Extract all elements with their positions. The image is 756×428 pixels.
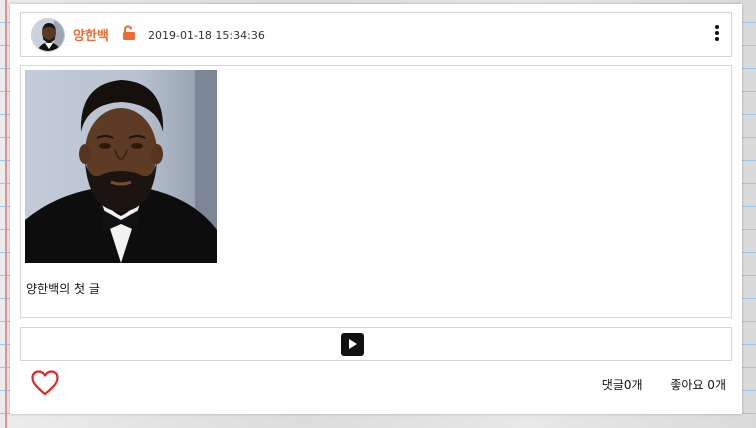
comment-count[interactable]: 댓글0개 — [602, 378, 643, 392]
avatar[interactable] — [31, 18, 65, 52]
author-name[interactable]: 양한백 — [73, 25, 109, 44]
post-photo[interactable] — [25, 70, 217, 263]
post-text: 양한백의 첫 글 — [26, 282, 100, 296]
unlock-icon — [121, 25, 137, 45]
post-content: 양한백의 첫 글 — [20, 65, 732, 318]
media-player-bar — [20, 327, 732, 361]
post-header: 양한백 2019-01-18 15:34:36 — [20, 12, 732, 57]
more-vertical-icon[interactable] — [713, 25, 721, 43]
post-date: 2019-01-18 15:34:36 — [148, 29, 265, 42]
like-count[interactable]: 좋아요 0개 — [670, 378, 726, 392]
post-card: 양한백 2019-01-18 15:34:36 양한백의 첫 글 댓글0개 좋아… — [10, 4, 742, 414]
heart-icon[interactable] — [31, 370, 59, 400]
play-icon[interactable] — [341, 333, 364, 356]
notebook-margin-line — [5, 0, 7, 428]
post-stats: 댓글0개 좋아요 0개 — [578, 376, 726, 393]
